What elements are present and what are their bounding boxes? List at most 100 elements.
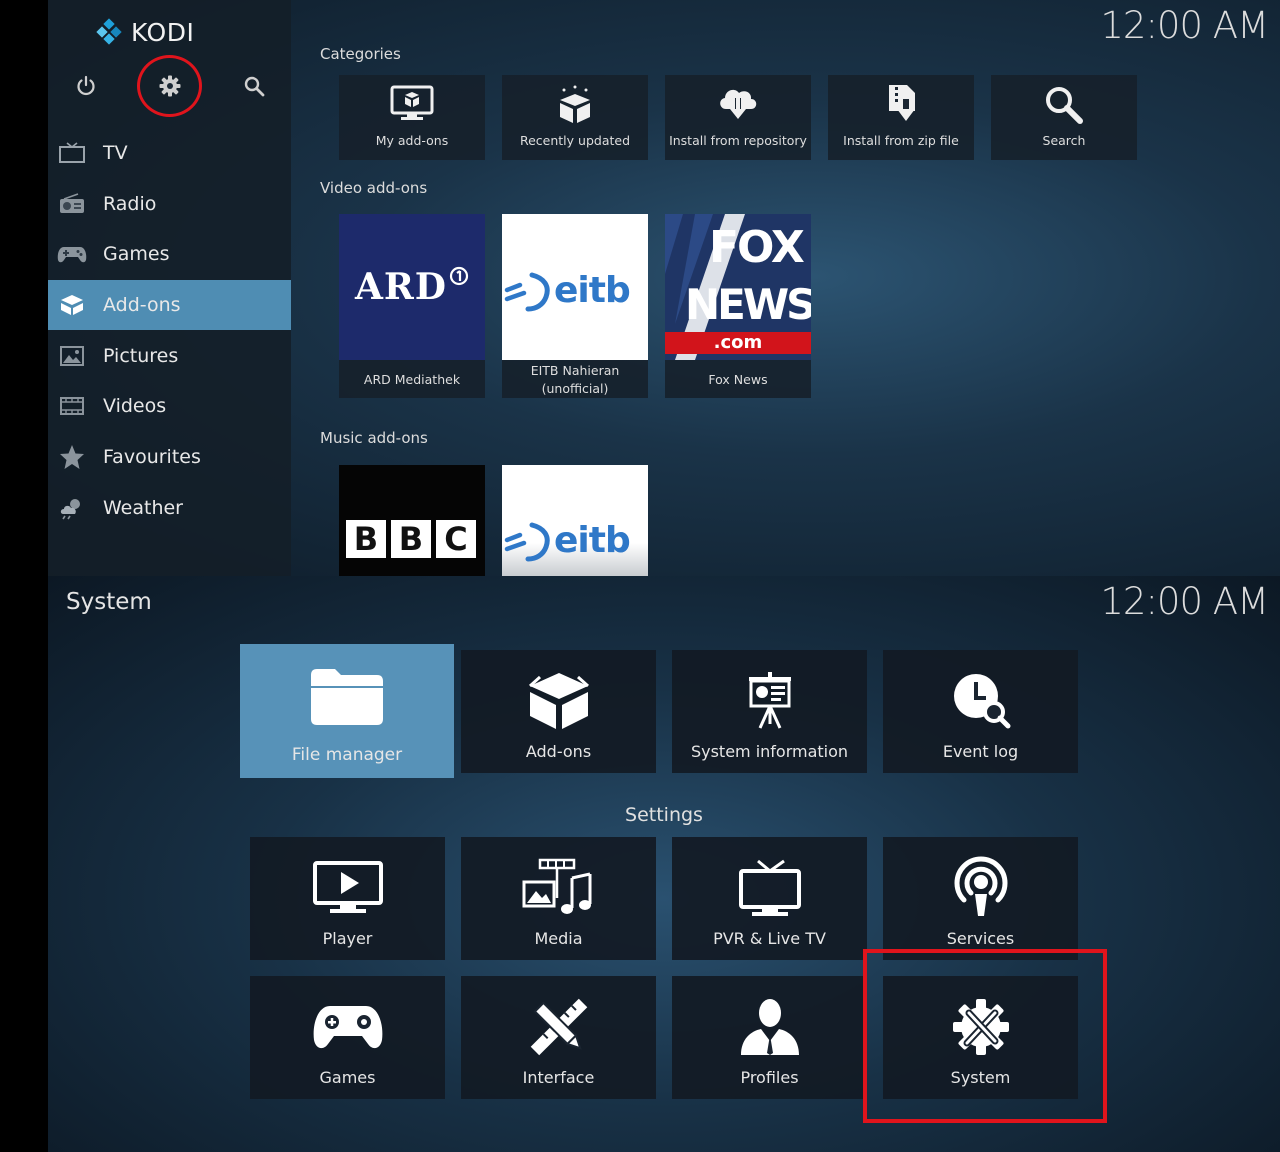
tile-games[interactable]: Games (250, 976, 445, 1099)
system-highlight-box (863, 949, 1107, 1123)
sidebar-item-weather[interactable]: Weather (48, 483, 291, 533)
sidebar-item-videos[interactable]: Videos (48, 381, 291, 431)
tile-label: Services (946, 929, 1015, 948)
search-icon (244, 76, 265, 97)
tile-label: System information (690, 742, 849, 761)
tile-system-information[interactable]: System information (672, 650, 867, 773)
addons-screen: KODI TV Radio Games Add-ons Pictures Vid… (48, 0, 1280, 576)
page-title: System (66, 589, 152, 615)
bbc-letter: B (391, 520, 431, 558)
tile-label: Add-ons (525, 742, 592, 761)
ard-logo: ARD (339, 214, 485, 360)
dotcom-logo-text: .com (665, 332, 811, 354)
ard-one-icon (449, 266, 469, 286)
category-label: Install from zip file (843, 132, 959, 148)
tile-label: Games (319, 1068, 376, 1087)
bbc-letter: C (436, 520, 476, 558)
settings-heading: Settings (625, 804, 703, 826)
tile-label: Profiles (740, 1068, 799, 1087)
tv-icon (57, 141, 87, 165)
tile-media[interactable]: Media (461, 837, 656, 960)
tile-interface[interactable]: Interface (461, 976, 656, 1099)
category-my-addons[interactable]: My add-ons (339, 75, 485, 160)
star-icon (57, 445, 87, 469)
category-label: Install from repository (669, 132, 807, 148)
tile-profiles[interactable]: Profiles (672, 976, 867, 1099)
weather-icon (57, 496, 87, 520)
sidebar-item-favourites[interactable]: Favourites (48, 432, 291, 482)
addon-fox-news[interactable]: FOX NEWS .com Fox News (665, 214, 811, 398)
sidebar-item-addons[interactable]: Add-ons (48, 280, 291, 330)
bbc-logo: B B C (339, 465, 485, 576)
power-button[interactable] (66, 66, 106, 106)
sidebar-item-radio[interactable]: Radio (48, 179, 291, 229)
category-search[interactable]: Search (991, 75, 1137, 160)
category-label: Search (1042, 132, 1086, 148)
addons-box-icon (57, 293, 87, 317)
sidebar-item-label: Add-ons (103, 294, 181, 316)
tile-label: Media (534, 929, 583, 948)
picture-icon (57, 344, 87, 368)
fox-logo-text: FOX (709, 222, 805, 273)
addon-bbc[interactable]: B B C (339, 465, 485, 576)
sidebar: KODI TV Radio Games Add-ons Pictures Vid… (48, 0, 291, 576)
sidebar-item-label: Pictures (103, 345, 179, 367)
music-addons-heading: Music add-ons (320, 429, 428, 447)
clock-search-icon (953, 674, 1010, 729)
pencil-ruler-icon (530, 998, 587, 1056)
folder-icon (311, 669, 383, 725)
addon-eitb-music[interactable]: eitb (502, 465, 648, 576)
eitb-logo-text: eitb (554, 270, 631, 311)
fox-news-logo: FOX NEWS .com (665, 214, 811, 360)
sidebar-item-label: TV (103, 142, 128, 164)
clock: 12:00 AM (1100, 580, 1269, 623)
search-button[interactable] (234, 66, 274, 106)
ard-logo-text: ARD (354, 266, 448, 308)
presentation-board-icon (748, 672, 791, 729)
monitor-box-icon (390, 85, 434, 120)
app-name: KODI (131, 17, 195, 47)
sidebar-item-games[interactable]: Games (48, 229, 291, 279)
news-logo-text: NEWS (685, 280, 811, 329)
tile-addons[interactable]: Add-ons (461, 650, 656, 773)
categories-heading: Categories (320, 45, 401, 63)
category-install-from-zip[interactable]: Install from zip file (828, 75, 974, 160)
category-label: Recently updated (519, 132, 631, 148)
film-icon (57, 394, 87, 418)
sidebar-item-label: Weather (103, 497, 183, 519)
tile-label: PVR & Live TV (713, 929, 826, 948)
tile-event-log[interactable]: Event log (883, 650, 1078, 773)
addon-eitb-nahieran[interactable]: eitb EITB Nahieran (unofficial) (502, 214, 648, 398)
gamepad-icon (57, 242, 87, 266)
eitb-logo: eitb (502, 465, 648, 576)
tile-file-manager[interactable]: File manager (240, 644, 454, 778)
video-addons-heading: Video add-ons (320, 179, 428, 197)
tile-player[interactable]: Player (250, 837, 445, 960)
radio-icon (57, 192, 87, 216)
sidebar-item-label: Radio (103, 193, 157, 215)
kodi-logo-icon (96, 18, 122, 45)
sidebar-item-label: Games (103, 243, 170, 265)
tile-services[interactable]: Services (883, 837, 1078, 960)
system-screen: System 12:00 AM File manager Add-ons Sys… (48, 576, 1280, 1152)
category-recently-updated[interactable]: Recently updated (502, 75, 648, 160)
addon-label: EITB Nahieran (unofficial) (530, 363, 620, 396)
category-install-from-repository[interactable]: Install from repository (665, 75, 811, 160)
tile-label: Event log (942, 742, 1019, 761)
media-icon (522, 858, 591, 914)
eitb-mark-icon (504, 272, 550, 312)
category-label: My add-ons (375, 132, 449, 148)
tile-label: Player (322, 929, 373, 948)
sidebar-item-pictures[interactable]: Pictures (48, 331, 291, 381)
sidebar-item-label: Favourites (103, 446, 201, 468)
bbc-letter: B (346, 520, 386, 558)
cloud-download-icon (720, 89, 757, 119)
search-icon (1046, 87, 1083, 124)
box-sparkle-icon (560, 85, 590, 123)
eitb-logo: eitb (502, 214, 648, 360)
addon-ard-mediathek[interactable]: ARD ARD Mediathek (339, 214, 485, 398)
power-icon (77, 75, 95, 96)
settings-highlight-circle (137, 55, 202, 117)
tile-pvr-live-tv[interactable]: PVR & Live TV (672, 837, 867, 960)
sidebar-item-tv[interactable]: TV (48, 128, 291, 178)
